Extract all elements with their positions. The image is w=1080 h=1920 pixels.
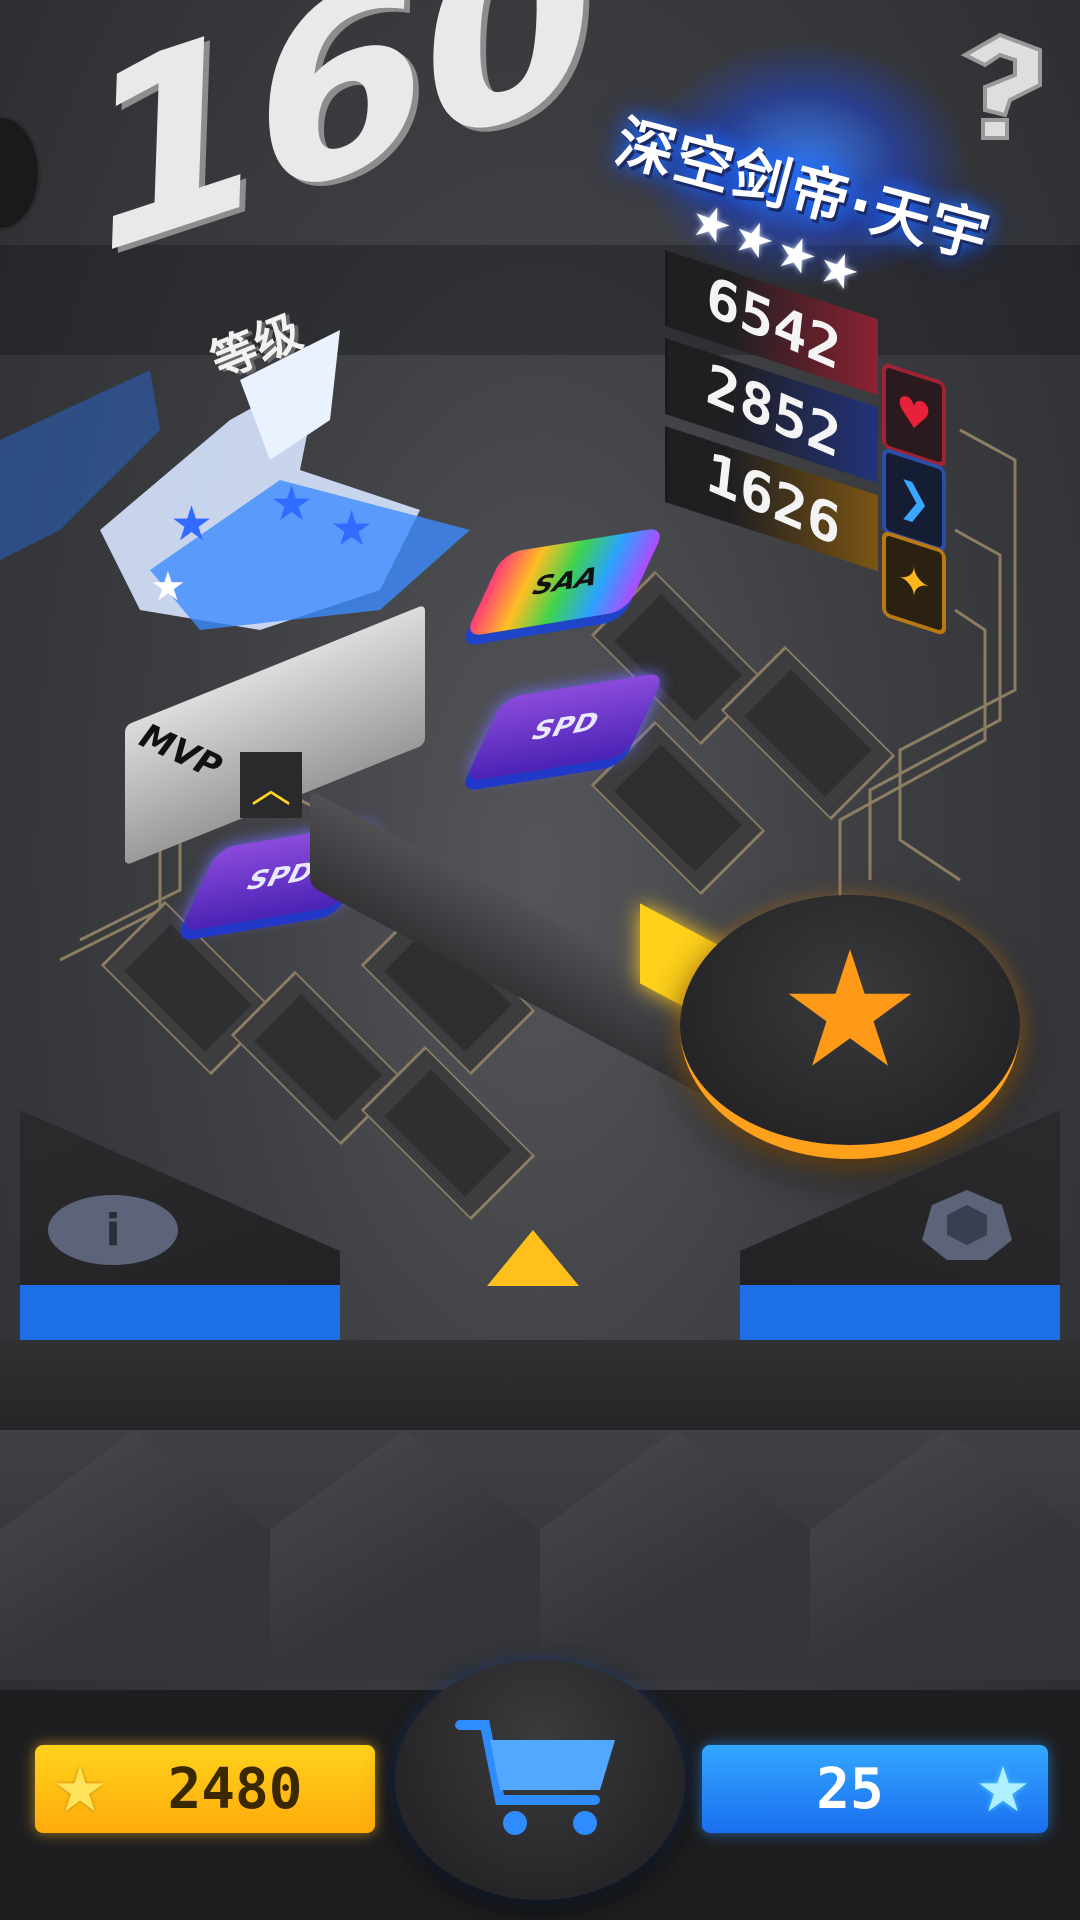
left-panel-accent [20, 1285, 340, 1345]
profile-avatar[interactable] [0, 115, 41, 231]
svg-text:★: ★ [270, 476, 313, 532]
star-icon: ★ [975, 1752, 1031, 1826]
info-button[interactable]: i [48, 1195, 178, 1265]
base-platform [0, 1340, 1080, 1430]
star-icon: ★ [778, 916, 922, 1103]
shop-button[interactable] [395, 1660, 685, 1900]
info-icon: i [105, 1204, 121, 1256]
hero-crystal: ★ ★ ★ ★ [0, 330, 470, 630]
gem-value: 25 [816, 1756, 884, 1822]
gear-icon [922, 1190, 1012, 1260]
svg-text:★: ★ [330, 501, 373, 557]
floor [0, 1430, 1080, 1680]
coin-counter[interactable]: ★ 2480 [35, 1745, 375, 1833]
star-icon: ★ [52, 1752, 108, 1826]
svg-text:★: ★ [150, 564, 186, 610]
gem-counter[interactable]: 25 ★ [702, 1745, 1048, 1833]
star-play-button[interactable]: ★ [680, 895, 1020, 1159]
cart-icon [455, 1720, 615, 1835]
coin-value: 2480 [167, 1756, 303, 1822]
right-panel-accent [740, 1285, 1060, 1345]
chevron-up-icon: ︿ [240, 752, 302, 818]
svg-text:★: ★ [170, 496, 213, 552]
scroll-up-arrow-icon[interactable] [487, 1230, 579, 1286]
settings-button[interactable] [912, 1180, 1022, 1270]
